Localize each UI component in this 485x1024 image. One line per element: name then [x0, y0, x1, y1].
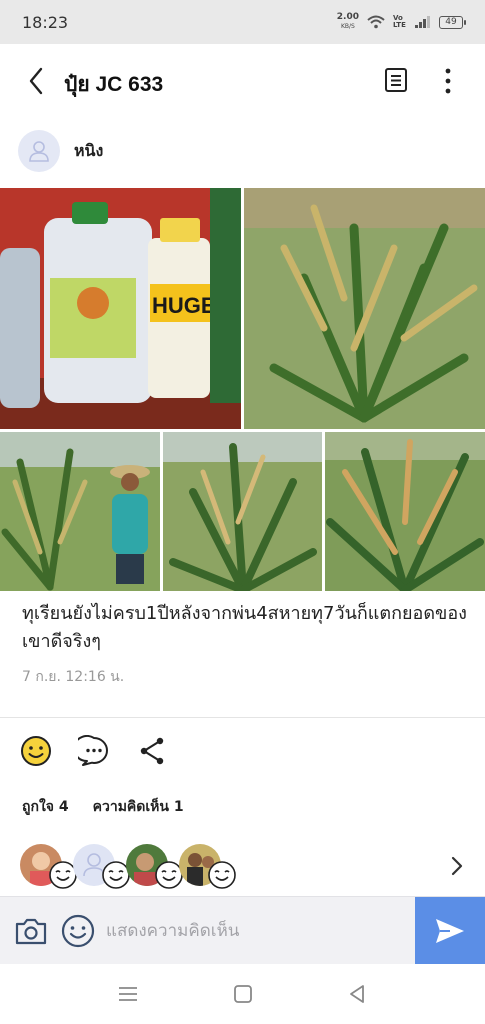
comment-bar: [0, 896, 485, 965]
woman-with-plant-image: [0, 432, 160, 591]
signal-icon: [415, 16, 430, 28]
back-triangle-icon[interactable]: [345, 982, 369, 1006]
status-bar: 18:23 2.00 KB/S Vo LTE 49: [0, 0, 485, 44]
react-button[interactable]: [20, 735, 52, 767]
photo-plant-4[interactable]: [325, 432, 485, 591]
more-vertical-icon: [445, 68, 451, 94]
emoji-icon: [61, 914, 95, 948]
more-options-button[interactable]: [436, 67, 460, 95]
durian-plant-image: [244, 188, 485, 429]
send-icon: [436, 919, 464, 943]
post-text: ทุเรียนยังไม่ครบ1ปีหลังจากพ่น4สหายทุ7วัน…: [22, 603, 467, 652]
app-header: ปุ๋ย JC 633: [0, 44, 485, 118]
happy-sticker-icon: [208, 861, 236, 889]
note-button[interactable]: [383, 67, 409, 93]
liker-avatar[interactable]: [73, 844, 130, 889]
emoji-button[interactable]: [60, 913, 96, 949]
avatar[interactable]: [18, 130, 60, 172]
battery-icon: 49: [439, 15, 466, 29]
durian-plant-image: [163, 432, 322, 591]
likers-row[interactable]: [20, 843, 465, 889]
page-title: ปุ๋ย JC 633: [64, 73, 164, 96]
status-time: 18:23: [22, 12, 69, 32]
camera-icon: [15, 918, 47, 945]
product-bottles-image: HUGE 4: [0, 188, 241, 429]
share-button[interactable]: [136, 735, 168, 767]
comment-input[interactable]: [106, 917, 406, 945]
liker-avatar[interactable]: [20, 844, 77, 889]
post-stats: ถูกใจ 4 ความคิดเห็น 1: [22, 796, 184, 818]
photo-plant-3[interactable]: [163, 432, 322, 591]
photo-plant-1[interactable]: [244, 188, 485, 429]
smiley-reaction-icon: [21, 736, 51, 766]
post-author[interactable]: หนิง: [18, 128, 103, 174]
author-name[interactable]: หนิง: [74, 139, 103, 164]
wifi-icon: [367, 15, 385, 29]
post-timestamp: 7 ก.ย. 12:16 น.: [22, 669, 125, 685]
photo-products[interactable]: HUGE 4: [0, 188, 241, 429]
send-button[interactable]: [415, 897, 485, 965]
note-icon: [385, 68, 407, 92]
network-speed: 2.00 KB/S: [336, 12, 359, 31]
home-icon[interactable]: [231, 982, 255, 1006]
durian-plant-image: [325, 432, 485, 591]
photo-grid: HUGE 4: [0, 188, 485, 591]
back-arrow-icon: [29, 67, 43, 95]
share-icon: [140, 737, 164, 765]
comments-count[interactable]: ความคิดเห็น 1: [93, 796, 184, 818]
status-icons: 2.00 KB/S Vo LTE 49: [336, 12, 466, 31]
divider: [0, 717, 485, 718]
volte-label: Vo LTE: [393, 14, 406, 29]
menu-icon[interactable]: [116, 982, 140, 1006]
post-actions: [20, 733, 168, 769]
person-icon: [29, 141, 49, 162]
liker-avatar[interactable]: [179, 844, 236, 889]
back-button[interactable]: [22, 66, 50, 96]
likes-count[interactable]: ถูกใจ 4: [22, 796, 69, 818]
system-nav-bar: [0, 964, 485, 1024]
comment-bubble-icon: [78, 735, 108, 766]
liker-avatar[interactable]: [126, 844, 183, 889]
chevron-right-icon[interactable]: [449, 855, 465, 877]
camera-button[interactable]: [14, 915, 48, 947]
comment-button[interactable]: [78, 735, 110, 767]
photo-plant-2[interactable]: [0, 432, 160, 591]
